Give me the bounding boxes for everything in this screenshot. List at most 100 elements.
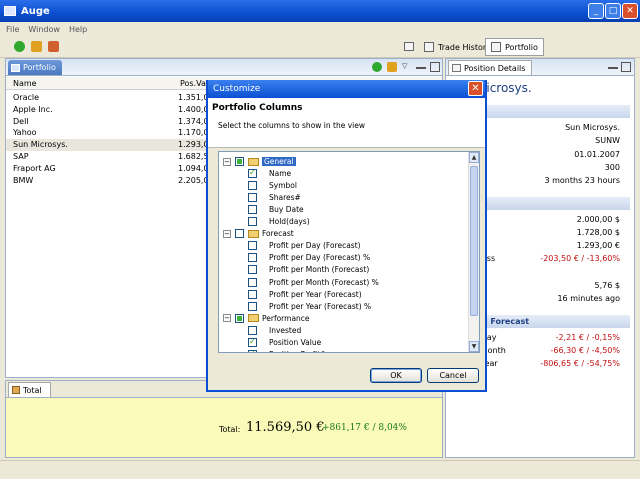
tools-icon[interactable] <box>48 41 59 52</box>
folder-icon <box>248 157 259 166</box>
minimize-view-icon[interactable] <box>416 62 426 69</box>
total-label: Total: <box>219 425 241 434</box>
folder-icon <box>248 314 259 323</box>
tree-item[interactable]: Position Profit/Loss <box>248 349 339 352</box>
checkbox[interactable] <box>248 325 257 335</box>
refresh-icon[interactable] <box>31 41 42 52</box>
trade-history-icon <box>424 42 434 52</box>
add-position-icon[interactable] <box>372 62 382 72</box>
maximize-details-icon[interactable] <box>621 62 631 72</box>
checkbox[interactable] <box>248 289 257 299</box>
ok-button[interactable]: OK <box>370 368 422 383</box>
checkbox[interactable] <box>248 205 257 215</box>
checkbox[interactable] <box>248 277 257 287</box>
checkbox[interactable] <box>235 229 244 239</box>
maximize-button[interactable]: □ <box>605 3 621 19</box>
tree-item[interactable]: Forecast <box>235 228 294 239</box>
app-window-icon <box>4 6 16 16</box>
menu-window[interactable]: Window <box>28 25 60 34</box>
add-icon[interactable] <box>14 41 25 52</box>
scroll-up-icon[interactable]: ▲ <box>469 152 479 163</box>
edit-icon[interactable] <box>387 62 397 72</box>
details-value: 5,76 $ <box>594 281 620 290</box>
checkbox[interactable] <box>248 349 257 352</box>
tree-item[interactable]: Shares# <box>248 192 301 203</box>
details-value: 16 minutes ago <box>557 294 620 304</box>
columns-tree[interactable]: − General Name Symbol Shares# Buy Date Hold(da… <box>218 151 480 353</box>
tree-item[interactable]: Profit per Day (Forecast) <box>248 240 361 251</box>
tab-total[interactable]: Total <box>8 382 51 397</box>
toolbar: Trade History Portfolio <box>0 36 640 58</box>
tree-item[interactable]: Invested <box>248 325 301 336</box>
row-name: SAP <box>13 152 29 161</box>
details-value: 1.728,00 $ <box>576 227 620 237</box>
total-tab-icon <box>12 386 20 394</box>
tree-item[interactable]: Performance <box>235 313 310 324</box>
tree-scrollbar[interactable]: ▲ ▼ <box>468 152 479 352</box>
minimize-details-icon[interactable] <box>608 62 618 69</box>
tree-item-label: Hold(days) <box>269 217 310 227</box>
tree-item[interactable]: Profit per Year (Forecast) % <box>248 301 371 312</box>
column-name[interactable]: Name <box>13 79 37 88</box>
checkbox[interactable] <box>248 193 257 203</box>
row-name: Sun Microsys. <box>13 140 68 150</box>
maximize-view-icon[interactable] <box>430 62 440 72</box>
open-perspective-icon[interactable] <box>404 42 414 51</box>
scroll-thumb[interactable] <box>470 166 478 316</box>
portfolio-icon <box>491 42 501 52</box>
menu-bar: File Window Help <box>0 22 640 36</box>
tree-item[interactable]: Hold(days) <box>248 216 310 227</box>
menu-file[interactable]: File <box>6 25 19 34</box>
tree-item[interactable]: Symbol <box>248 180 297 191</box>
tree-item[interactable]: Profit per Day (Forecast) % <box>248 252 370 263</box>
tab-position-details[interactable]: Position Details <box>448 60 533 75</box>
tree-item[interactable]: Position Value <box>248 337 321 348</box>
checkbox[interactable] <box>235 313 244 323</box>
window-title: Auge <box>21 5 50 17</box>
row-name: Dell <box>13 116 29 126</box>
position-details-header: Position Details <box>446 59 634 76</box>
view-menu-chevron-icon[interactable]: ▽ <box>402 62 412 72</box>
scroll-down-icon[interactable]: ▼ <box>469 341 479 352</box>
tree-item-label: Profit per Year (Forecast) % <box>269 301 372 311</box>
dialog-close-icon[interactable]: ✕ <box>468 81 483 96</box>
checkbox[interactable] <box>248 253 257 263</box>
checkbox[interactable] <box>248 241 257 251</box>
dialog-banner: Portfolio Columns Select the columns to … <box>208 98 485 148</box>
tree-item[interactable]: Profit per Month (Forecast) % <box>248 277 379 288</box>
tree-item-label: Profit per Year (Forecast) <box>269 289 362 299</box>
tree-item-label: Name <box>269 169 292 179</box>
dialog-title-bar: Customize <box>208 80 485 98</box>
tree-item-label: Shares# <box>269 193 301 203</box>
tree-item[interactable]: Name <box>248 168 291 179</box>
tree-item-label: Profit per Day (Forecast) <box>269 241 361 251</box>
close-button[interactable]: ✕ <box>622 3 638 19</box>
menu-help[interactable]: Help <box>69 25 87 34</box>
status-bar <box>0 460 640 479</box>
details-value: -806,65 € / -54,75% <box>540 359 620 369</box>
expand-toggle-icon[interactable]: − <box>223 157 231 166</box>
tree-item[interactable]: General <box>235 156 296 167</box>
tree-item[interactable]: Buy Date <box>248 204 304 215</box>
expand-toggle-icon[interactable]: − <box>223 314 231 323</box>
checkbox[interactable] <box>248 181 257 191</box>
tab-portfolio[interactable]: Portfolio <box>8 60 62 75</box>
tree-item[interactable]: Profit per Year (Forecast) <box>248 289 362 300</box>
perspective-portfolio[interactable]: Portfolio <box>485 38 544 56</box>
checkbox[interactable] <box>248 265 257 275</box>
checkbox[interactable] <box>248 168 257 179</box>
cancel-button[interactable]: Cancel <box>427 368 479 383</box>
checkbox[interactable] <box>235 157 244 166</box>
tree-item-label: Position Value <box>269 337 322 347</box>
checkbox[interactable] <box>248 217 257 227</box>
details-value: 3 months 23 hours <box>544 176 620 186</box>
minimize-button[interactable]: _ <box>588 3 604 19</box>
tree-item-label: Profit per Day (Forecast) % <box>269 253 371 263</box>
checkbox[interactable] <box>248 301 257 311</box>
customize-dialog: Customize ✕ Portfolio Columns Select the… <box>206 80 487 392</box>
tree-item[interactable]: Profit per Month (Forecast) <box>248 264 369 275</box>
tree-item-label: Position Profit/Loss <box>269 350 339 352</box>
expand-toggle-icon[interactable]: − <box>223 229 231 238</box>
checkbox[interactable] <box>248 337 257 347</box>
dialog-title: Customize <box>213 84 261 94</box>
